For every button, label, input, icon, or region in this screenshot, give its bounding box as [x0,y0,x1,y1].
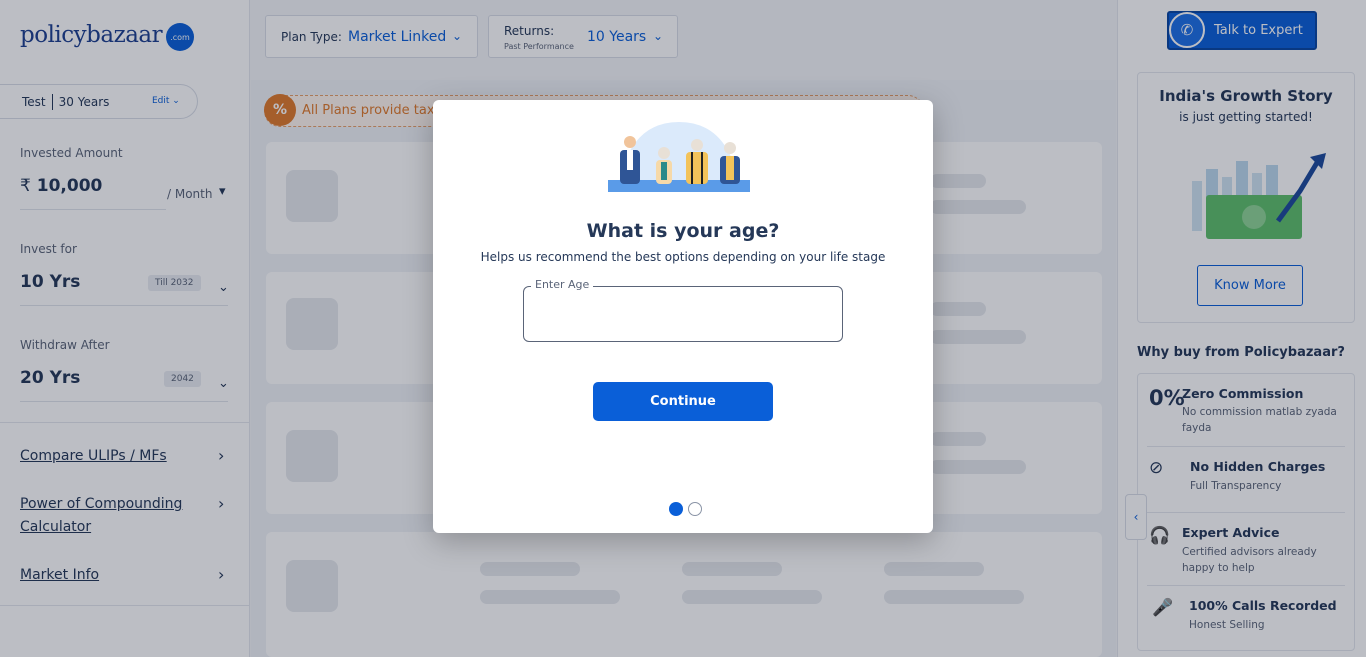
modal-title: What is your age? [586,220,780,242]
step-indicator-inactive[interactable] [688,502,702,516]
modal-subtitle: Helps us recommend the best options depe… [480,250,886,264]
age-input[interactable] [536,305,832,331]
step-indicator-active[interactable] [669,502,683,516]
continue-button[interactable]: Continue [593,382,773,421]
family-illustration [608,122,750,192]
age-field[interactable] [523,286,843,342]
age-field-label: Enter Age [531,278,594,291]
age-modal: What is your age? Helps us recommend the… [433,100,933,533]
